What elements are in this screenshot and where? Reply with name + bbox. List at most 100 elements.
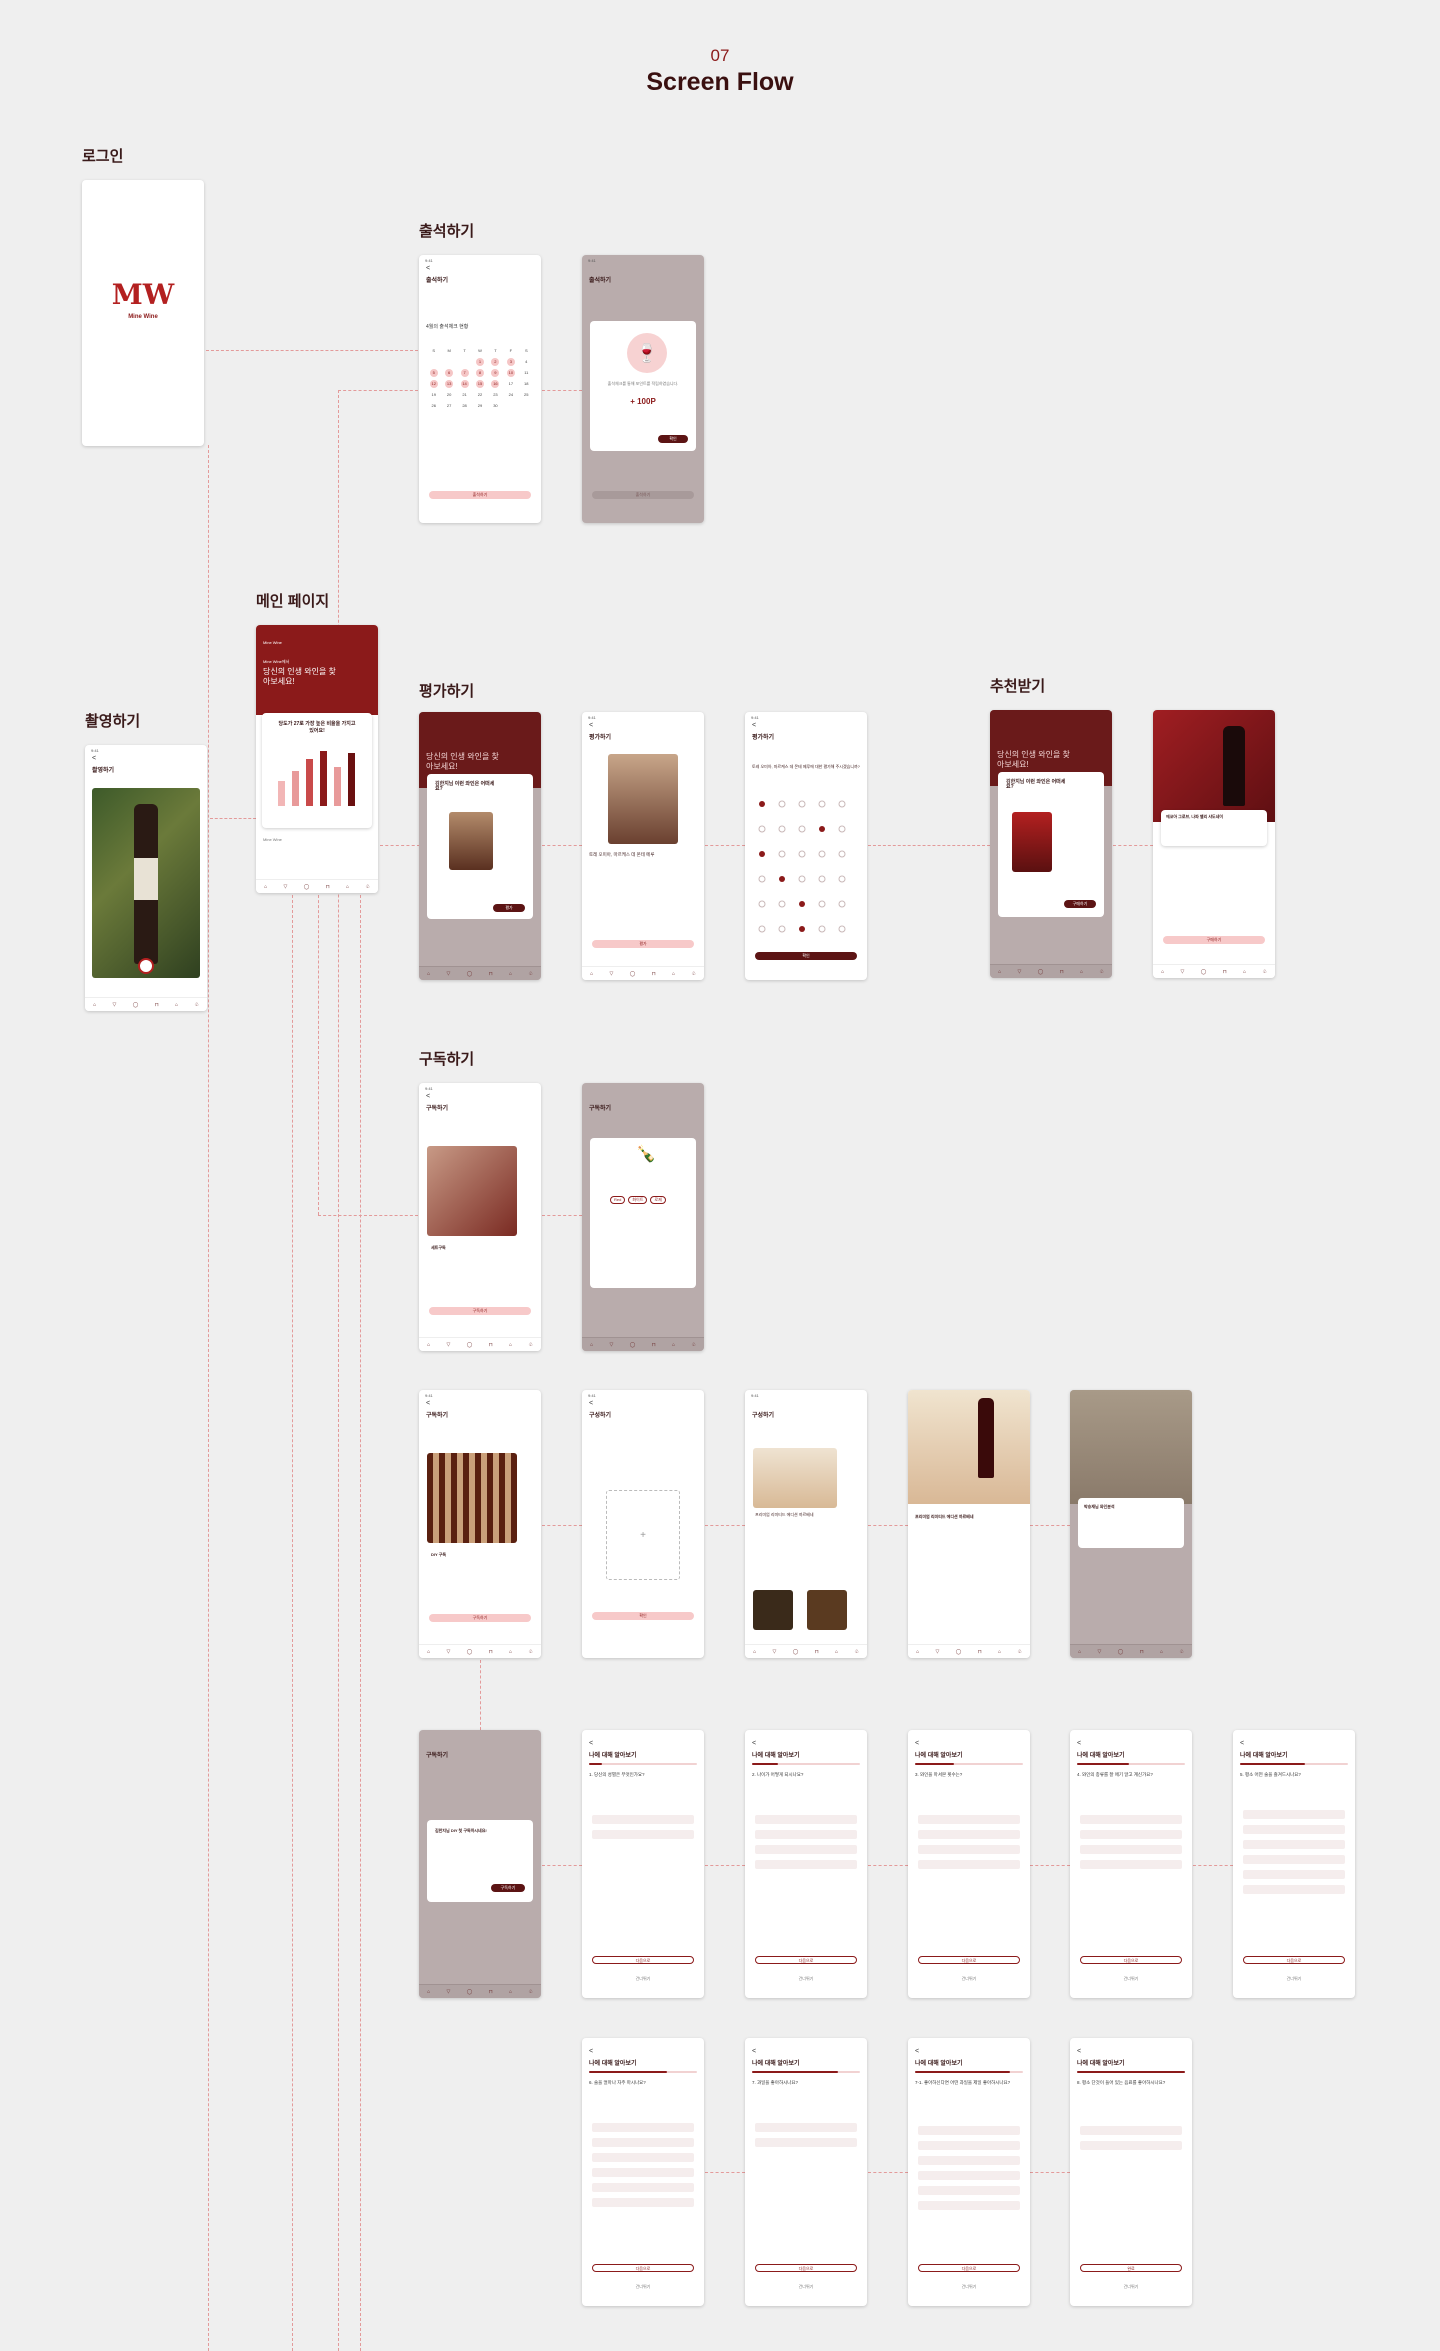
survey-q1-screen: < 나에 대해 알아보기 1. 당신의 성별은 무엇인가요? 다음으로 건너뛰기 xyxy=(582,1730,704,1998)
main-hero: Mine Wine Mine Wine에서 당신의 인생 와인을 찾아보세요! xyxy=(256,625,378,715)
subscribe-set-screen: 9:41 < 구독하기 세트구독 구독하기 ⌂ ▽ ◯ ⊓ ⌂ ♧ xyxy=(419,1083,541,1351)
subscribe-set-modal-screen: 구독하기 🍾 Red 화이트 로제 ⌂ ▽ ◯ ⊓ ⌂ ♧ xyxy=(582,1083,704,1351)
bottom-nav[interactable]: ⌂ ▽ ◯ ⊓ ⌂ ♧ xyxy=(85,997,207,1011)
rate-modal: 김한지님 이런 와인은 어떠세요? 평가 xyxy=(427,774,533,919)
diy-image[interactable] xyxy=(427,1453,517,1543)
wine-image xyxy=(449,812,493,870)
flow-line xyxy=(542,845,582,846)
wine-image xyxy=(1012,812,1052,872)
taste-bar-chart xyxy=(278,751,355,806)
survey-q3-screen: < 나에 대해 알아보기 3. 와인을 마셔본 횟수는? 다음으로 건너뛰기 xyxy=(908,1730,1030,1998)
flow-line xyxy=(868,1525,908,1526)
bottle-icon: 🍾 xyxy=(636,1146,656,1163)
checkin-title: 출석하기 xyxy=(426,278,449,284)
product-detail-screen: 프리미엄 리미티드 에디션 까르베네 ⌂ ▽ ◯ ⊓ ⌂ ♧ xyxy=(908,1390,1030,1658)
section-main: 메인 페이지 xyxy=(256,593,330,610)
subscribe-diy-screen: 9:41 < 구독하기 DIY 구독 구독하기 ⌂ ▽ ◯ ⊓ ⌂ ♧ xyxy=(419,1390,541,1658)
rating-grid[interactable] xyxy=(752,784,860,944)
page-title: Screen Flow xyxy=(646,68,794,96)
flow-line xyxy=(705,1865,745,1866)
section-number: 07 xyxy=(710,46,730,65)
back-icon[interactable]: < xyxy=(426,265,430,272)
bottom-nav[interactable]: ⌂ ▽ ◯ ⊓ ⌂ ♧ xyxy=(256,879,378,893)
compose-screen: 9:41 < 구성하기 + 확인 xyxy=(582,1390,704,1658)
flow-line xyxy=(480,1660,481,1730)
camera-preview xyxy=(92,788,200,978)
survey-q2-screen: < 나에 대해 알아보기 2. 나이가 어떻게 되시나요? 다음으로 건너뛰기 xyxy=(745,1730,867,1998)
capture-title: 촬영하기 xyxy=(92,768,115,774)
wine-hero-image xyxy=(1153,710,1275,822)
recommend-modal: 김한지님 이런 와인은 어떠세요? 구매하기 xyxy=(998,772,1104,917)
flow-line xyxy=(1030,1865,1070,1866)
section-checkin: 출석하기 xyxy=(419,223,475,240)
flow-line xyxy=(338,390,418,391)
survey-q4-screen: < 나에 대해 알아보기 4. 와인의 종류를 잘 애기 알고 계신가요? 다음… xyxy=(1070,1730,1192,1998)
flow-line xyxy=(542,1865,582,1866)
flow-line xyxy=(1030,1525,1070,1526)
analysis-screen: 박승재님 와인분석 ⌂ ▽ ◯ ⊓ ⌂ ♧ xyxy=(1070,1390,1192,1658)
flow-line xyxy=(210,818,256,819)
flow-line xyxy=(542,1215,582,1216)
flow-line xyxy=(705,2172,745,2173)
flow-line xyxy=(705,845,745,846)
rate-detail-screen: 9:41 < 평가하기 토레 오미아, 마르케스 데 몬테 메루 평가 ⌂ ▽ ◯ ⊓… xyxy=(582,712,704,980)
checkin-button[interactable]: 출석하기 xyxy=(429,491,531,499)
back-icon[interactable]: < xyxy=(92,755,96,762)
set-image[interactable] xyxy=(427,1146,517,1236)
back-icon[interactable]: < xyxy=(752,722,756,729)
section-capture: 촬영하기 xyxy=(85,713,141,730)
taste-card: 당도가 27로 가장 높은 비율을 가지고 있어요! xyxy=(262,713,372,828)
back-icon[interactable]: < xyxy=(589,722,593,729)
flow-line xyxy=(1193,1865,1233,1866)
checkin-modal-screen: 9:41 출석하기 🍷 출석체크를 통해 포인트를 적립하였습니다. + 100… xyxy=(582,255,704,523)
calendar-grid: SMTWTFS 1234 5 6 7 8 9 10 11 12 13 14 15 16 17 18 19… xyxy=(429,348,529,408)
flow-line xyxy=(542,1525,582,1526)
rate-button[interactable]: 평가 xyxy=(592,940,694,948)
month-label: 4월의 출석체크 현황 xyxy=(426,324,469,330)
flow-line xyxy=(1030,2172,1070,2173)
wine-image xyxy=(608,754,678,844)
flow-line xyxy=(360,890,361,2351)
back-icon[interactable]: < xyxy=(426,1400,430,1407)
points-value: + 100P xyxy=(630,397,656,406)
wine-glass-icon: 🍷 xyxy=(627,333,667,373)
flow-line xyxy=(868,2172,908,2173)
survey-q7-1-screen: < 나에 대해 알아보기 7-1. 좋아하신다면 어떤 과일을 제일 좋아하시나… xyxy=(908,2038,1030,2306)
survey-q7-screen: < 나에 대해 알아보기 7. 과일을 좋아하시나요? 다음으로 건너뛰기 xyxy=(745,2038,867,2306)
flow-line xyxy=(542,390,582,391)
survey-q5-screen: < 나에 대해 알아보기 5. 평소 어떤 술을 즐겨드시나요? 다음으로 건너… xyxy=(1233,1730,1355,1998)
main-headline: 당신의 인생 와인을 찾아보세요! xyxy=(263,667,336,686)
recommend-main-screen: 당신의 인생 와인을 찾아보세요! 김한지님 이런 와인은 어떠세요? 구매하기… xyxy=(990,710,1112,978)
compose-list-screen: 9:41 구성하기 프리미엄 리미티드 에디션 까르베네 ⌂ ▽ ◯ ⊓ ⌂ ♧ xyxy=(745,1390,867,1658)
flow-line xyxy=(318,890,319,1215)
checkin-modal: 🍷 출석체크를 통해 포인트를 적립하였습니다. + 100P 확인 xyxy=(590,321,696,451)
survey-confirm-button[interactable]: 확인 xyxy=(755,952,857,960)
rate-button[interactable]: 평가 xyxy=(493,904,525,912)
logo-text: Mine Wine xyxy=(128,314,158,320)
flow-line xyxy=(1113,845,1153,846)
back-icon[interactable]: < xyxy=(426,1093,430,1100)
add-slot[interactable]: + xyxy=(606,1490,680,1580)
flow-line xyxy=(292,890,293,2351)
diy-modal-screen: 구독하기 김한지님 DIY 첫 구독하시네요! 구독하기 ⌂ ▽ ◯ ⊓ ⌂ ♧ xyxy=(419,1730,541,1998)
survey-q6-screen: < 나에 대해 알아보기 6. 술을 얼마나 자주 마시나요? 다음으로 건너뛰… xyxy=(582,2038,704,2306)
purchase-button[interactable]: 구매하기 xyxy=(1163,936,1265,944)
flow-line xyxy=(380,845,420,846)
login-screen: MW Mine Wine xyxy=(82,180,204,446)
checkin-screen: 9:41 < 출석하기 4월의 출석체크 현황 SMTWTFS 1234 567… xyxy=(419,255,541,523)
shutter-button[interactable] xyxy=(138,958,154,974)
rate-main-screen: 당신의 인생 와인을 찾아보세요! 김한지님 이런 와인은 어떠세요? 평가 ⌂… xyxy=(419,712,541,980)
flow-line xyxy=(705,1525,745,1526)
flow-line xyxy=(318,1215,418,1216)
capture-screen: 9:41 < 촬영하기 ⌂ ▽ ◯ ⊓ ⌂ ♧ xyxy=(85,745,207,1011)
section-rate: 평가하기 xyxy=(419,683,475,700)
main-screen: Mine Wine Mine Wine에서 당신의 인생 와인을 찾아보세요! … xyxy=(256,625,378,893)
section-login: 로그인 xyxy=(82,148,124,165)
confirm-button[interactable]: 확인 xyxy=(658,435,688,443)
logo-mark: MW xyxy=(111,278,175,311)
subscribe-button[interactable]: 구독하기 xyxy=(429,1307,531,1315)
flow-line xyxy=(208,445,209,2351)
survey-q8-screen: < 나에 대해 알아보기 8. 평소 단것이 들어 있는 음료를 좋아하시나요?… xyxy=(1070,2038,1192,2306)
flow-line xyxy=(868,845,990,846)
flow-line xyxy=(206,350,418,351)
